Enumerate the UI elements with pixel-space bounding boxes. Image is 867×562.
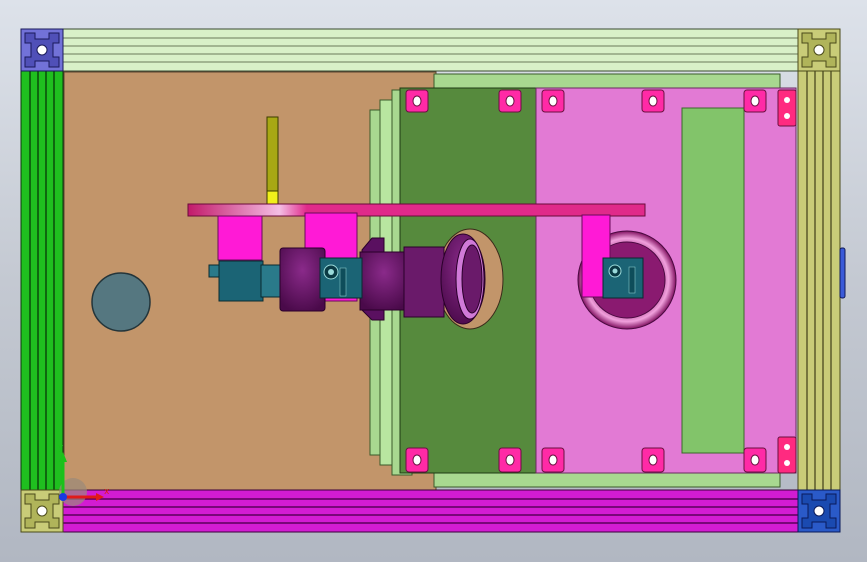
mounting-tab-icon (498, 89, 522, 113)
corner-bracket-icon (20, 489, 64, 533)
frame-top-rail[interactable] (61, 28, 801, 72)
sensor-box[interactable] (319, 257, 363, 299)
frame-right-rail[interactable] (797, 70, 846, 492)
frame-bottom-rail[interactable] (61, 489, 801, 533)
indicator-rod[interactable] (266, 116, 279, 205)
cad-model-view[interactable]: y x (0, 0, 867, 562)
triad-x-label: x (104, 487, 110, 497)
cad-viewport[interactable]: y x (0, 0, 867, 562)
mounting-tab-icon (541, 447, 565, 473)
mounting-tab-icon (641, 447, 665, 473)
mounting-tab-icon (541, 89, 565, 113)
mounting-tab-icon (743, 89, 767, 113)
mounting-tab-icon (777, 436, 797, 474)
left-support-post[interactable] (217, 215, 263, 261)
mounting-tab-icon (777, 89, 797, 127)
frame-left-rail[interactable] (20, 70, 64, 492)
corner-bracket-icon (797, 28, 841, 72)
mounting-tab-icon (743, 447, 767, 473)
motor-block-icon[interactable] (208, 260, 282, 302)
corner-bracket-icon (797, 489, 841, 533)
inner-green-panel[interactable] (681, 107, 745, 454)
triad-y-label: y (58, 443, 64, 453)
base-plate-hole[interactable] (91, 272, 151, 332)
mounting-tab-icon (405, 89, 429, 113)
corner-bracket-icon (20, 28, 64, 72)
mounting-tab-icon (405, 447, 429, 473)
mounting-tab-icon (641, 89, 665, 113)
mounting-tab-icon (498, 447, 522, 473)
cylinder-actuator[interactable] (279, 233, 486, 325)
top-crossbar[interactable] (187, 203, 646, 217)
